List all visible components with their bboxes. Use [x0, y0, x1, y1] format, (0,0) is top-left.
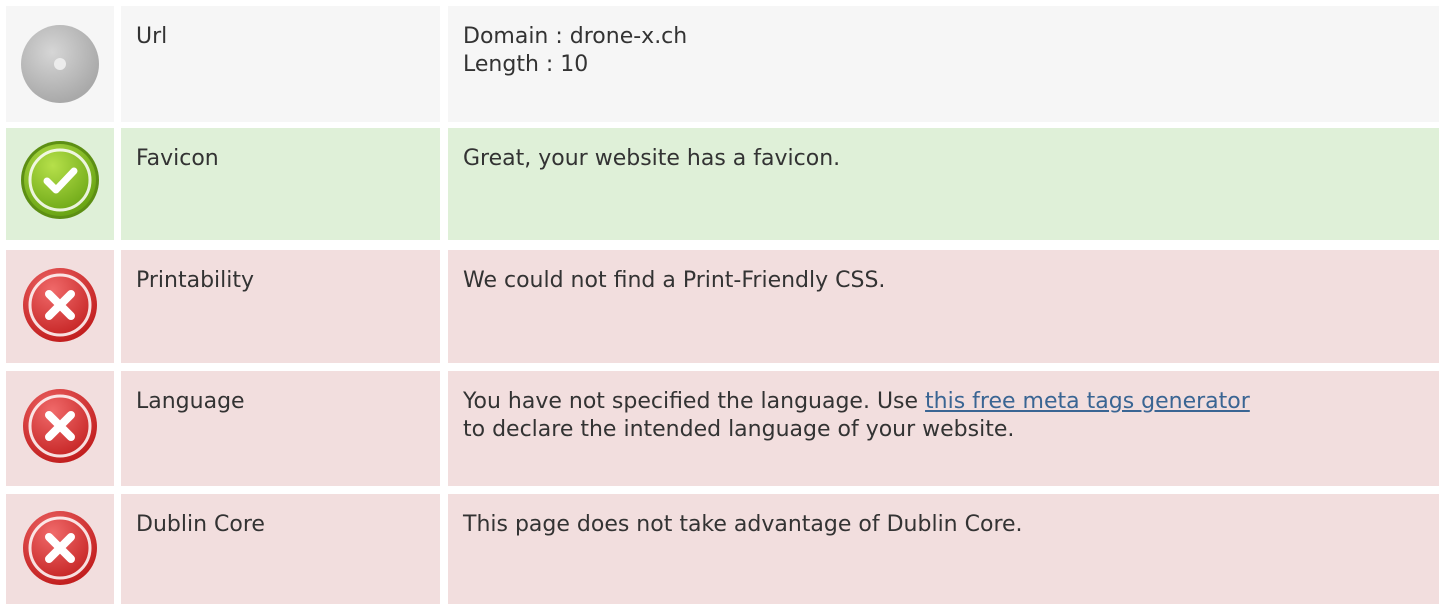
row-description: This page does not take advantage of Dub…	[448, 494, 1439, 604]
table-row-dublin-core: Dublin Core This page does not take adva…	[0, 494, 1445, 604]
seo-report-table: Url Domain : drone-x.ch Length : 10 Favi…	[0, 0, 1445, 604]
error-circle-icon	[23, 511, 97, 585]
row-label: Url	[121, 6, 440, 122]
error-circle-icon	[23, 389, 97, 463]
domain-text: Domain : drone-x.ch	[463, 24, 688, 49]
row-description: You have not specified the language. Use…	[448, 371, 1439, 486]
status-cell	[6, 494, 114, 604]
table-row-printability: Printability We could not find a Print-F…	[0, 250, 1445, 363]
table-row-language: Language You have not specified the lang…	[0, 371, 1445, 486]
status-cell	[6, 6, 114, 122]
row-label: Printability	[121, 250, 440, 363]
error-circle-icon	[23, 268, 97, 342]
check-circle-icon	[21, 141, 99, 219]
status-cell	[6, 371, 114, 486]
language-text-before: You have not specified the language. Use	[463, 389, 926, 414]
row-label: Dublin Core	[121, 494, 440, 604]
row-description: Great, your website has a favicon.	[448, 128, 1439, 240]
meta-tags-generator-link[interactable]: this free meta tags generator	[925, 389, 1250, 414]
table-row-favicon: Favicon Great, your website has a favico…	[0, 128, 1445, 240]
row-description: We could not find a Print-Friendly CSS.	[448, 250, 1439, 363]
table-row-url: Url Domain : drone-x.ch Length : 10	[0, 6, 1445, 122]
length-text: Length : 10	[463, 52, 589, 77]
language-text-after: to declare the intended language of your…	[463, 417, 1015, 442]
row-description: Domain : drone-x.ch Length : 10	[448, 6, 1439, 122]
row-label: Language	[121, 371, 440, 486]
neutral-circle-icon	[21, 25, 99, 103]
row-label: Favicon	[121, 128, 440, 240]
status-cell	[6, 128, 114, 240]
status-cell	[6, 250, 114, 363]
